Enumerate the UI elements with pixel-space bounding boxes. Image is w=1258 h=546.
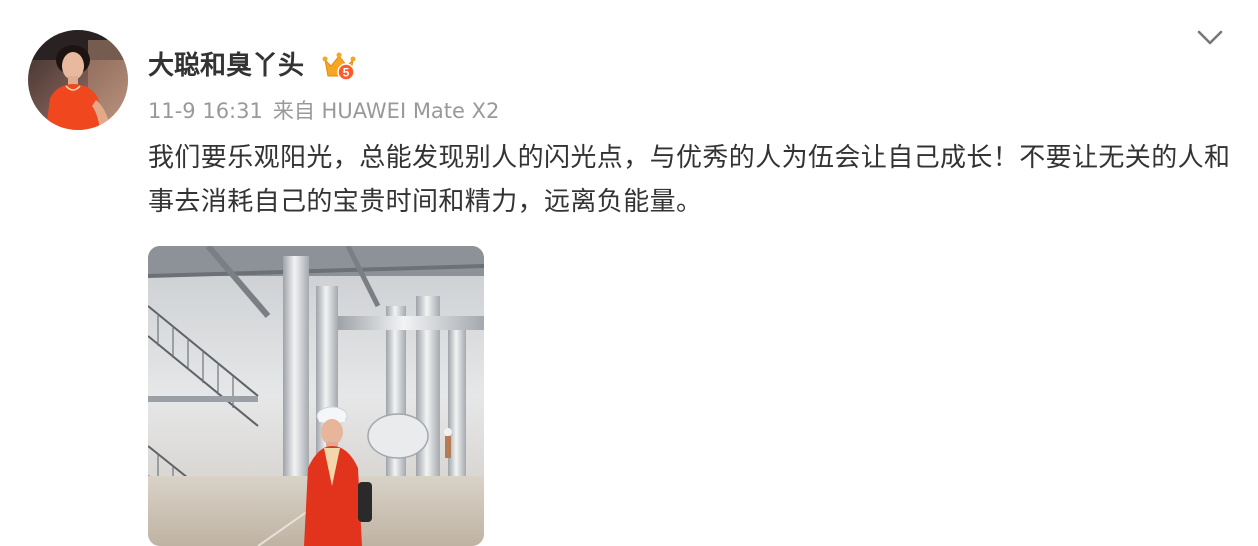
chevron-down-icon[interactable] [1194,24,1226,52]
post-meta: 11-9 16:31 来自 HUAWEI Mate X2 [148,96,499,126]
post-time[interactable]: 11-9 16:31 [148,99,263,123]
post-image[interactable] [148,246,484,546]
author-avatar[interactable] [28,30,128,130]
post-source: 来自 HUAWEI Mate X2 [272,99,500,123]
author-name[interactable]: 大聪和臭丫头 [148,46,304,86]
weibo-post: 大聪和臭丫头 5 11-9 16:31 来自 HUAWEI Mate X2 我们要… [0,0,1258,546]
avatar-portrait-icon [28,30,128,130]
post-text: 我们要乐观阳光，总能发现别人的闪光点，与优秀的人为伍会让自己成长！不要让无关的人… [148,143,1231,217]
vip-level: 5 [343,66,350,80]
vip-crown-icon[interactable]: 5 [322,50,356,82]
photo-industrial-hall [148,246,484,546]
